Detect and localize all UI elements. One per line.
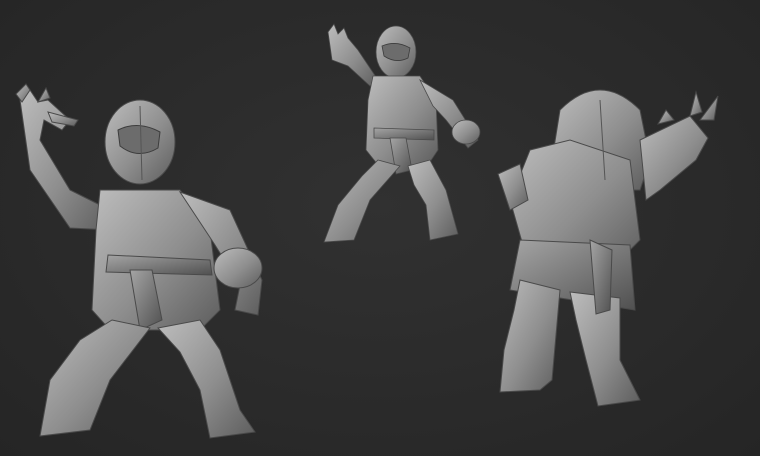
- sculpt-viewport[interactable]: [0, 0, 760, 456]
- ninja-figure-front-large: [15, 83, 263, 439]
- ninja-figure-front-small: [323, 23, 481, 243]
- ninja-figure-back: [497, 89, 719, 407]
